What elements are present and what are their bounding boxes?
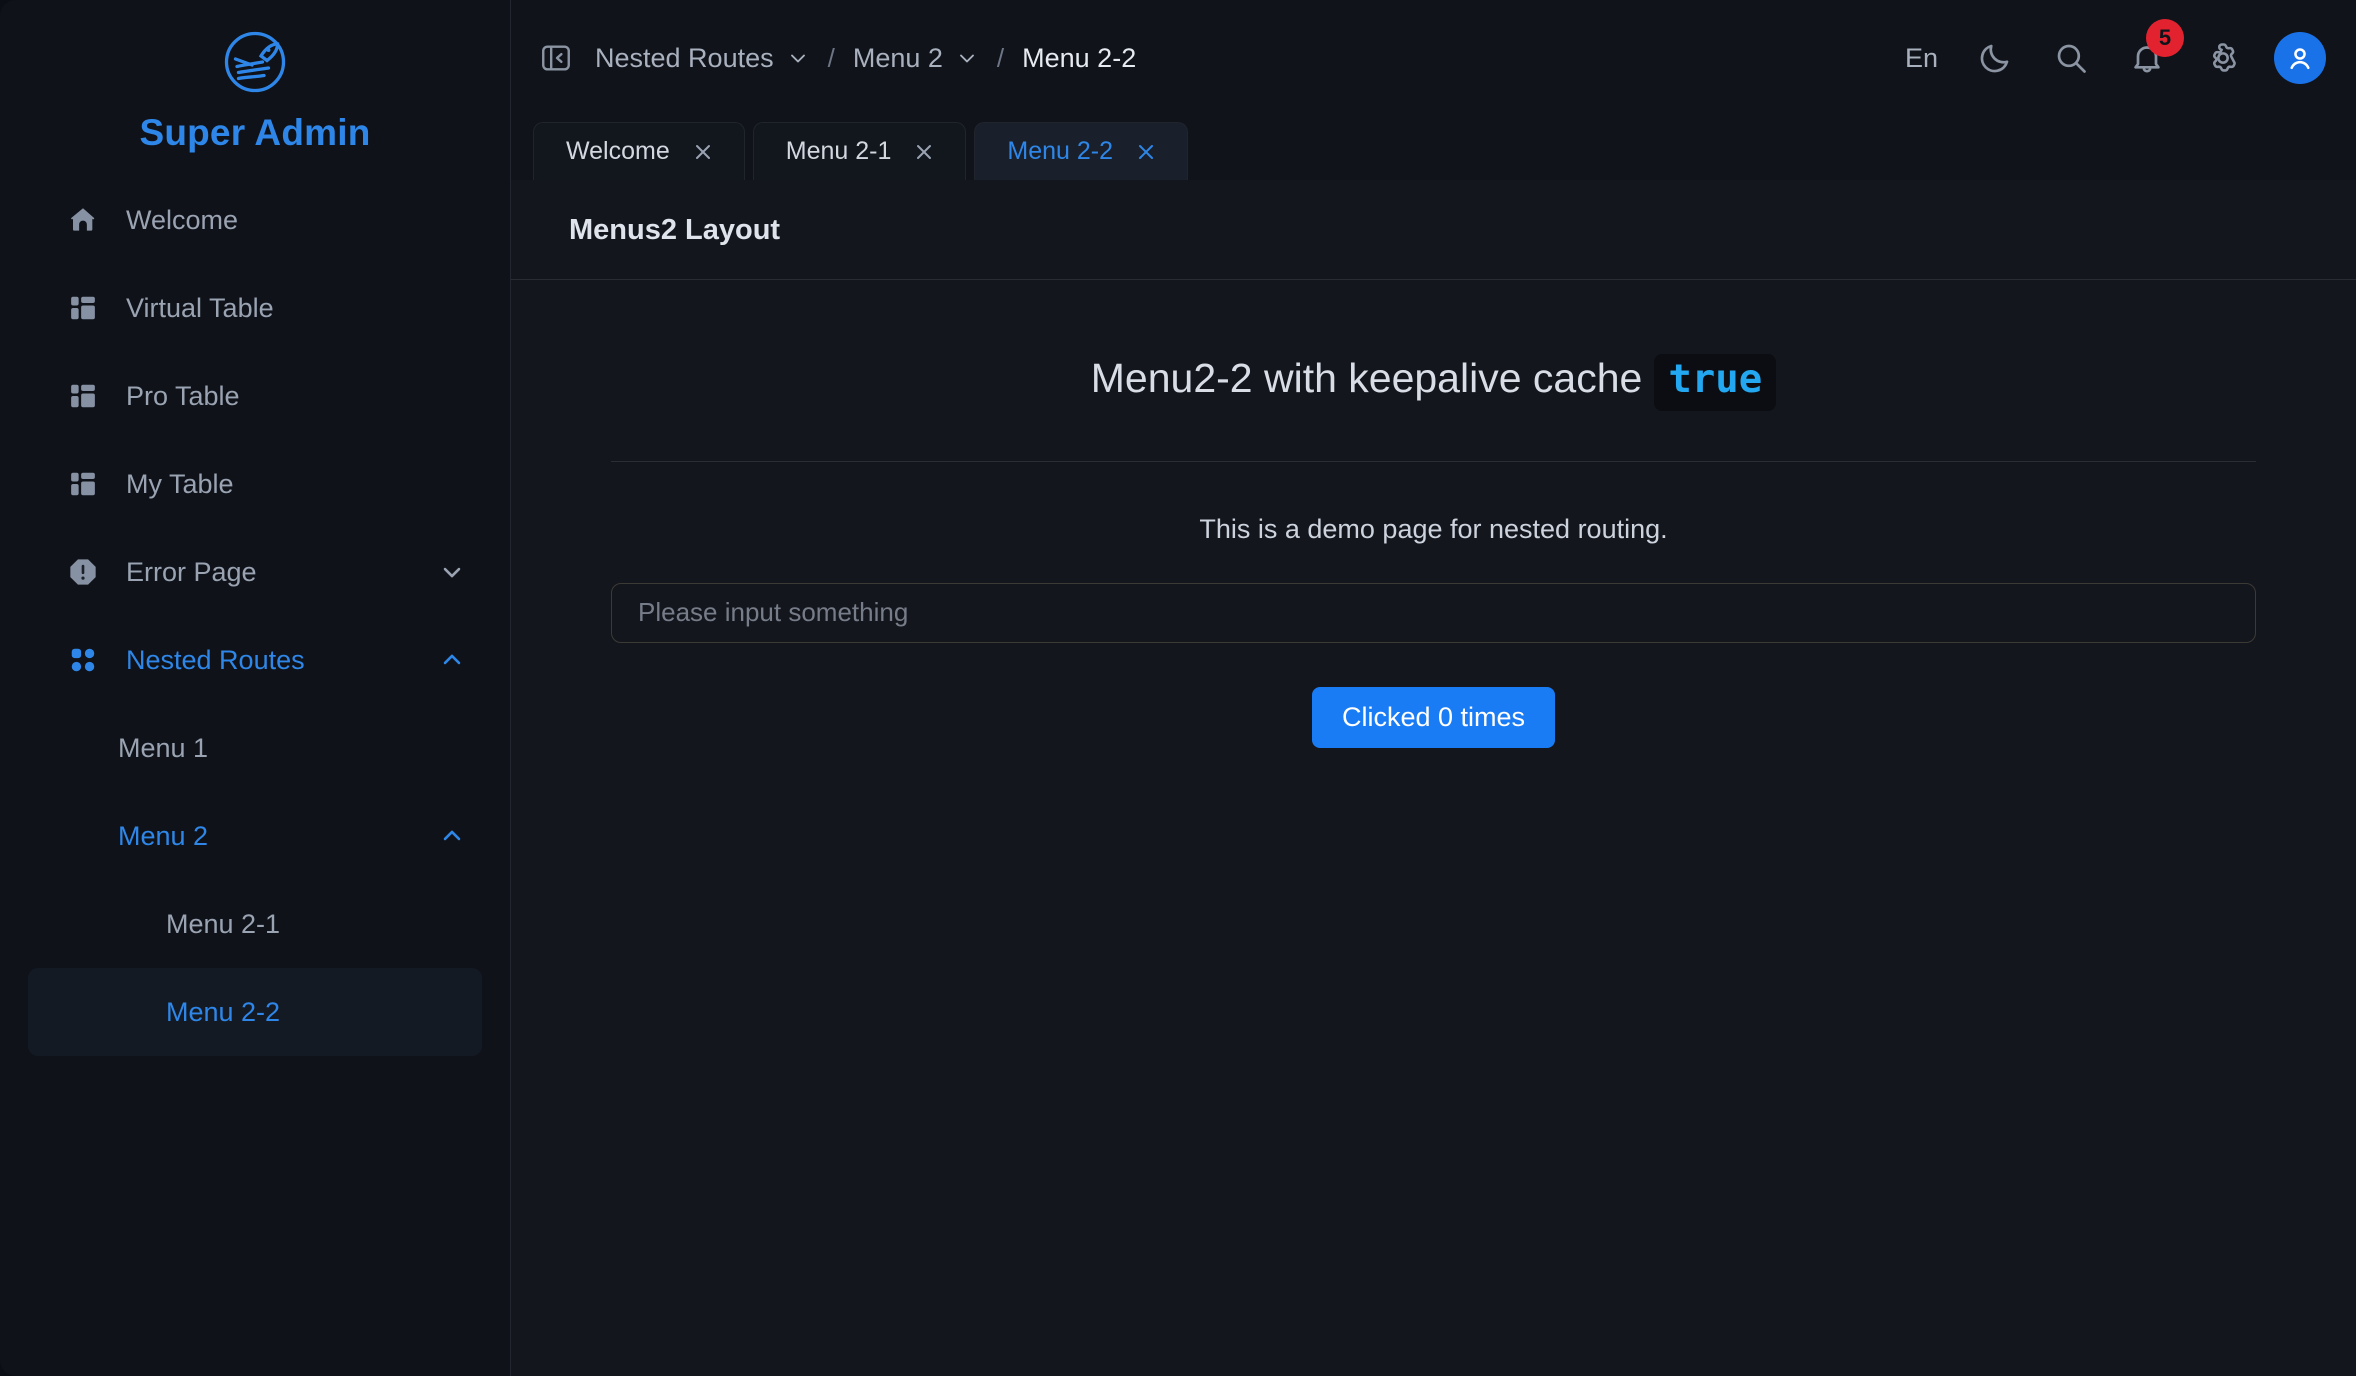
brand-title: Super Admin [139,112,371,153]
keepalive-value-chip: true [1654,354,1777,411]
sidebar-item-label: Error Page [126,556,257,587]
sidebar: Super Admin Welcome Virtual Table Pro Ta… [0,0,511,1376]
breadcrumb-item-nested-routes[interactable]: Nested Routes [591,39,814,78]
sidebar-subitem-label: Menu 2-2 [166,996,281,1027]
sidebar-subitem-menu-2-1[interactable]: Menu 2-1 [0,880,510,968]
sidebar-item-virtual-table[interactable]: Virtual Table [0,264,510,352]
language-switch[interactable]: En [1899,39,1944,78]
table-layout-icon [66,291,100,325]
chevron-down-icon[interactable] [786,46,810,70]
sidebar-subitem-menu-2-2[interactable]: Menu 2-2 [28,968,482,1056]
close-icon[interactable] [690,139,716,165]
alert-octagon-icon [66,555,100,589]
chevron-down-icon[interactable] [955,46,979,70]
grid-dots-icon [66,643,100,677]
app-window: Super Admin Welcome Virtual Table Pro Ta… [0,0,2356,1376]
card-header: Menus2 Layout [511,180,2356,280]
tab-bar: Welcome Menu 2-1 Menu 2-2 [511,116,2356,180]
sidebar-item-pro-table[interactable]: Pro Table [0,352,510,440]
sidebar-item-error-page[interactable]: Error Page [0,528,510,616]
sidebar-item-label: My Table [126,468,234,499]
notification-badge: 5 [2146,19,2184,57]
top-bar-actions: En 5 [1899,19,2326,84]
rocket-circle-logo-icon [219,26,291,98]
sidebar-item-my-table[interactable]: My Table [0,440,510,528]
sidebar-item-label: Virtual Table [126,292,274,323]
sidebar-subitem-label: Menu 1 [118,732,209,763]
sidebar-item-label: Pro Table [126,380,240,411]
table-layout-icon [66,379,100,413]
breadcrumb-separator: / [996,42,1005,73]
demo-input-wrapper[interactable] [611,582,2256,643]
top-bar: Nested Routes / Menu 2 / Menu 2-2 En 5 [511,0,2356,116]
panel-collapse-left-icon[interactable] [533,35,579,81]
brand-logo[interactable]: Super Admin [0,18,510,176]
tab-label: Menu 2-2 [1007,137,1113,165]
breadcrumb-label: Menu 2-2 [1022,42,1137,73]
chevron-down-icon[interactable] [438,558,466,586]
demo-description: This is a demo page for nested routing. [1199,513,1668,544]
breadcrumb-label: Nested Routes [595,42,774,73]
breadcrumb-item-current: Menu 2-2 [1018,39,1140,78]
chevron-up-icon[interactable] [438,822,466,850]
close-icon[interactable] [1133,139,1159,165]
bell-icon[interactable]: 5 [2122,19,2184,83]
chevron-up-icon[interactable] [438,646,466,674]
tab-menu-2-1[interactable]: Menu 2-1 [752,122,967,180]
content-card: Menus2 Layout Menu2-2 with keepalive cac… [511,180,2356,1376]
close-icon[interactable] [911,139,937,165]
keepalive-heading-text: Menu2-2 with keepalive cache [1090,355,1643,401]
card-body: Menu2-2 with keepalive cache true This is… [511,280,2356,1376]
sidebar-item-welcome[interactable]: Welcome [0,176,510,264]
sidebar-item-nested-routes[interactable]: Nested Routes [0,616,510,704]
sidebar-item-label: Welcome [126,204,239,235]
tab-welcome[interactable]: Welcome [533,122,745,180]
click-counter-button[interactable]: Clicked 0 times [1311,686,1556,748]
sidebar-subitem-menu-2[interactable]: Menu 2 [0,792,510,880]
breadcrumb-separator: / [827,42,835,73]
home-icon [66,203,100,237]
keepalive-heading: Menu2-2 with keepalive cache true [611,354,2256,411]
sidebar-item-label: Nested Routes [126,644,305,675]
user-avatar-icon[interactable] [2274,32,2326,84]
sidebar-subitem-menu-1[interactable]: Menu 1 [0,704,510,792]
table-layout-icon [66,467,100,501]
moon-icon[interactable] [1970,33,2020,83]
page-title: Menus2 Layout [569,214,781,246]
main-area: Nested Routes / Menu 2 / Menu 2-2 En 5 W… [511,0,2356,1376]
breadcrumb-item-menu-2[interactable]: Menu 2 [849,39,983,78]
demo-input[interactable] [638,597,2229,629]
button-row: Clicked 0 times [611,686,2256,748]
gear-icon[interactable] [2198,33,2248,83]
breadcrumb: Nested Routes / Menu 2 / Menu 2-2 [591,39,1140,78]
sidebar-subitem-label: Menu 2-1 [166,908,281,939]
content-divider [611,460,2256,462]
breadcrumb-label: Menu 2 [852,42,943,73]
sidebar-menu: Welcome Virtual Table Pro Table My Table… [0,176,510,1056]
tab-label: Welcome [566,137,670,165]
tab-menu-2-2[interactable]: Menu 2-2 [974,122,1188,180]
tab-label: Menu 2-1 [785,137,892,165]
sidebar-subitem-label: Menu 2 [118,820,209,851]
search-icon[interactable] [2046,33,2096,83]
